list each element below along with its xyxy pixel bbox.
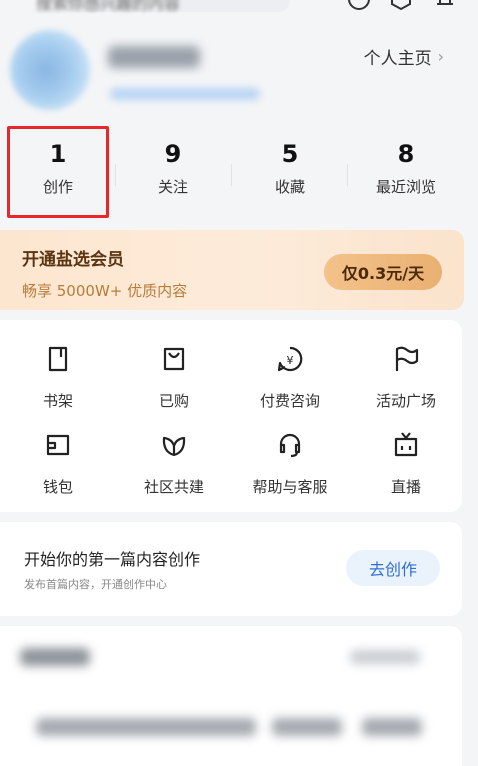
- divider: [115, 164, 116, 186]
- go-create-button[interactable]: 去创作: [346, 550, 440, 586]
- blurred-line: [362, 718, 422, 736]
- settings-icon[interactable]: [388, 0, 414, 12]
- grid-item-bookshelf[interactable]: 书架: [3, 344, 113, 424]
- grid-label: 钱包: [42, 478, 73, 496]
- blurred-heading: [20, 648, 90, 666]
- headset-icon: [279, 433, 301, 458]
- divider: [231, 164, 232, 186]
- grid-item-community[interactable]: 社区共建: [119, 430, 229, 510]
- stat-favorites[interactable]: 5 收藏: [240, 130, 340, 216]
- blurred-link: [350, 650, 420, 664]
- grid-label: 付费咨询: [259, 392, 320, 410]
- grid-item-purchased[interactable]: 已购: [119, 344, 229, 424]
- vip-subtitle: 畅享 5000W+ 优质内容: [22, 282, 188, 300]
- highlight-annotation: [7, 126, 109, 218]
- grid-label: 社区共建: [143, 478, 204, 496]
- live-tv-icon: [394, 432, 418, 457]
- grid-item-paid-consult[interactable]: ¥ 付费咨询: [235, 344, 345, 424]
- vip-title: 开通盐选会员: [22, 250, 124, 270]
- blurred-line: [272, 718, 342, 736]
- grid-item-wallet[interactable]: 钱包: [3, 430, 113, 510]
- community-icon: [162, 436, 186, 457]
- blurred-line: [36, 718, 256, 736]
- bookshelf-icon: [48, 346, 68, 372]
- stat-value: 5: [281, 140, 299, 168]
- top-bar: 搜索你感兴趣的内容: [0, 0, 478, 14]
- wallet-icon: [46, 434, 70, 456]
- grid-item-help-service[interactable]: 帮助与客服: [235, 430, 345, 510]
- grid-label: 已购: [158, 392, 189, 410]
- shopping-bag-icon: [163, 347, 185, 371]
- personal-homepage-link[interactable]: 个人主页 ›: [364, 44, 444, 69]
- scan-icon[interactable]: [346, 0, 372, 12]
- stat-label: 最近浏览: [375, 178, 436, 196]
- function-grid: 书架 已购 ¥ 付费咨询 活动广场 钱包 社区共建 帮助与客服 直播: [0, 320, 462, 512]
- divider: [347, 164, 348, 186]
- svg-text:¥: ¥: [287, 354, 294, 367]
- profile-header: 个人主页 ›: [0, 22, 478, 114]
- blurred-content-card: [0, 626, 462, 766]
- avatar[interactable]: [10, 30, 90, 110]
- notification-icon[interactable]: [432, 0, 458, 12]
- username-blurred: [108, 46, 200, 68]
- stat-recent-views[interactable]: 8 最近浏览: [356, 130, 456, 216]
- stat-value: 8: [397, 140, 415, 168]
- paid-consult-icon: ¥: [277, 346, 303, 372]
- vip-banner[interactable]: 开通盐选会员 畅享 5000W+ 优质内容 仅0.3元/天: [0, 230, 464, 310]
- stat-following[interactable]: 9 关注: [123, 130, 223, 216]
- flag-icon: [395, 346, 419, 371]
- create-prompt-card: 开始你的第一篇内容创作 发布首篇内容，开通创作中心 去创作: [0, 522, 462, 616]
- stat-label: 收藏: [274, 178, 305, 196]
- grid-label: 直播: [390, 478, 421, 496]
- create-subtitle: 发布首篇内容，开通创作中心: [24, 578, 167, 591]
- vip-price-button[interactable]: 仅0.3元/天: [324, 254, 442, 290]
- grid-label: 书架: [42, 392, 73, 410]
- grid-item-live[interactable]: 直播: [351, 430, 461, 510]
- personal-homepage-label: 个人主页: [363, 49, 432, 69]
- create-title: 开始你的第一篇内容创作: [24, 550, 201, 569]
- stat-value: 9: [164, 140, 182, 168]
- grid-item-activity-square[interactable]: 活动广场: [351, 344, 461, 424]
- user-tag-blurred: [110, 88, 260, 100]
- grid-label: 活动广场: [375, 392, 436, 410]
- stat-label: 关注: [157, 178, 188, 196]
- grid-label: 帮助与客服: [252, 478, 328, 496]
- chevron-right-icon: ›: [437, 47, 444, 66]
- search-placeholder: 搜索你感兴趣的内容: [36, 0, 181, 13]
